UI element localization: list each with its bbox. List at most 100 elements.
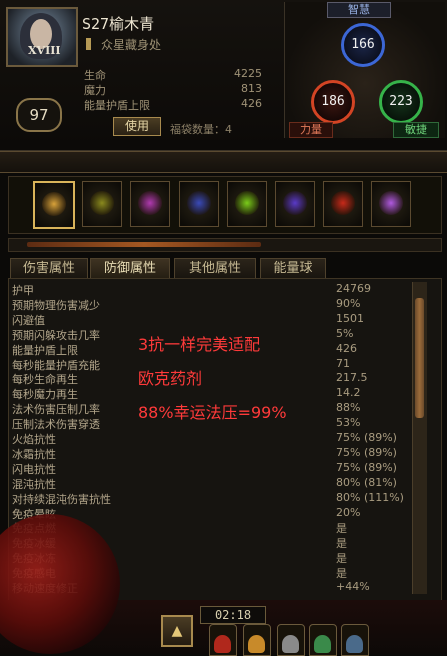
intelligence-orb[interactable]: 166 (341, 23, 385, 67)
stat-label: 生命 (84, 69, 106, 82)
stat-value: 217.5 (336, 371, 368, 385)
stat-label: 能量护盾上限 (84, 99, 150, 112)
tab-defense[interactable]: 防御属性 (90, 258, 170, 279)
equipment-slot[interactable] (371, 181, 411, 227)
flask-icon (214, 635, 231, 653)
guild-icon (86, 38, 91, 50)
stat-value: 是 (336, 522, 347, 536)
stat-energy-shield: 能量护盾上限 426 (84, 97, 262, 112)
character-portrait[interactable] (6, 7, 78, 67)
stat-label: 对持续混沌伤害抗性 (12, 492, 111, 506)
dexterity-orb[interactable]: 223 (379, 80, 423, 124)
equipment-slot[interactable] (33, 181, 75, 229)
equipment-slot[interactable] (275, 181, 315, 227)
stat-label: 护甲 (12, 284, 34, 297)
equipment-slot[interactable] (82, 181, 122, 227)
flask-icon (282, 635, 299, 653)
flask-icon (346, 635, 363, 653)
stat-value: 88% (336, 401, 361, 415)
stat-row: 火焰抗性 75% (89%) (12, 431, 412, 446)
stat-value: 80% (81%) (336, 475, 397, 489)
orb-icon (138, 191, 162, 215)
annotation-line: 欧克药剂 (138, 369, 203, 388)
stat-value: 4225 (234, 67, 262, 80)
flask-icon (314, 635, 331, 653)
stat-row: 预期物理伤害减少 90% (12, 296, 412, 312)
stat-value: +44% (336, 580, 370, 593)
flask-slot[interactable] (243, 624, 271, 656)
strength-orb[interactable]: 186 (311, 80, 355, 124)
stat-label: 每秒魔力再生 (12, 388, 78, 402)
shield-icon (187, 191, 211, 215)
tab-damage[interactable]: 伤害属性 (10, 258, 88, 279)
equipment-slot[interactable] (227, 181, 267, 227)
flask-slot[interactable] (277, 624, 305, 656)
rune-icon (283, 191, 307, 215)
stat-value: 是 (336, 552, 347, 566)
stat-value: 53% (336, 416, 361, 430)
annotation-overlay: 3抗一样完美适配 欧克药剂 88%幸运法压=99% (138, 328, 287, 430)
flask-slot[interactable] (209, 624, 237, 656)
stat-label: 闪电抗性 (12, 462, 56, 476)
experience-bar (8, 238, 442, 252)
stat-mana: 魔力 813 (84, 82, 262, 97)
annotation-line: 3抗一样完美适配 (138, 335, 261, 354)
spell-icon (90, 191, 114, 215)
tab-energy-orb[interactable]: 能量球 (260, 258, 326, 279)
stat-row: 混沌抗性 80% (81%) (12, 475, 412, 491)
timer: 02:18 (200, 606, 266, 624)
use-button[interactable]: 使用 (113, 117, 161, 136)
stat-label: 压制法术伤害穿透 (12, 418, 100, 432)
flask-slot[interactable] (341, 624, 369, 656)
flask-icon (248, 635, 265, 653)
equipment-slot[interactable] (323, 181, 363, 227)
level-badge: 97 (16, 98, 62, 132)
stat-label: 魔力 (84, 84, 106, 97)
strength-label: 力量 (289, 122, 333, 138)
stat-value: 14.2 (336, 386, 361, 400)
stat-value: 426 (336, 341, 357, 355)
stat-value: 75% (89%) (336, 460, 397, 474)
stat-row: 对持续混沌伤害抗性 80% (111%) (12, 491, 412, 506)
stat-label: 预期物理伤害减少 (12, 298, 100, 312)
stat-value: 是 (336, 567, 347, 581)
stat-value: 813 (241, 82, 262, 95)
scrollbar-thumb[interactable] (415, 298, 424, 418)
stat-label: 法术伤害压制几率 (12, 403, 100, 417)
panel-divider (0, 151, 447, 173)
tab-other[interactable]: 其他属性 (174, 258, 256, 279)
stat-label: 冰霜抗性 (12, 447, 56, 461)
up-arrow-icon[interactable]: ▲ (161, 615, 193, 647)
dexterity-label: 敏捷 (393, 122, 439, 138)
stat-value: 5% (336, 326, 354, 340)
experience-fill (27, 242, 261, 247)
sword-icon (42, 192, 66, 216)
bag-count: 福袋数量：4 (170, 123, 232, 136)
stat-value: 426 (241, 97, 262, 110)
stat-row: 冰霜抗性 75% (89%) (12, 445, 412, 461)
stat-life: 生命 4225 (84, 67, 262, 82)
stat-label: 预期闪躲攻击几率 (12, 328, 100, 342)
stat-label: 每秒生命再生 (12, 373, 78, 387)
fire-icon (331, 191, 355, 215)
skill-icon (235, 191, 259, 215)
stat-row: 护甲 24769 (12, 282, 412, 297)
flask-slot[interactable] (309, 624, 337, 656)
stat-row: 闪避值 1501 (12, 311, 412, 327)
stat-value: 20% (336, 505, 361, 519)
scrollbar[interactable] (412, 282, 427, 594)
guild-name: 众星藏身处 (101, 38, 162, 52)
arcane-icon (379, 191, 403, 215)
rank-numeral: XVIII (28, 44, 61, 57)
stat-value: 90% (336, 296, 361, 310)
character-name: S27榆木青 (82, 15, 155, 33)
stat-value: 1501 (336, 311, 364, 325)
annotation-line: 88%幸运法压=99% (138, 403, 287, 422)
equipment-slot[interactable] (179, 181, 219, 227)
stat-label: 混沌抗性 (12, 477, 56, 491)
stat-label: 闪避值 (12, 313, 45, 327)
stat-label: 每秒能量护盾充能 (12, 358, 100, 372)
stat-value: 75% (89%) (336, 445, 397, 459)
stat-value: 71 (336, 356, 350, 370)
equipment-slot[interactable] (130, 181, 170, 227)
